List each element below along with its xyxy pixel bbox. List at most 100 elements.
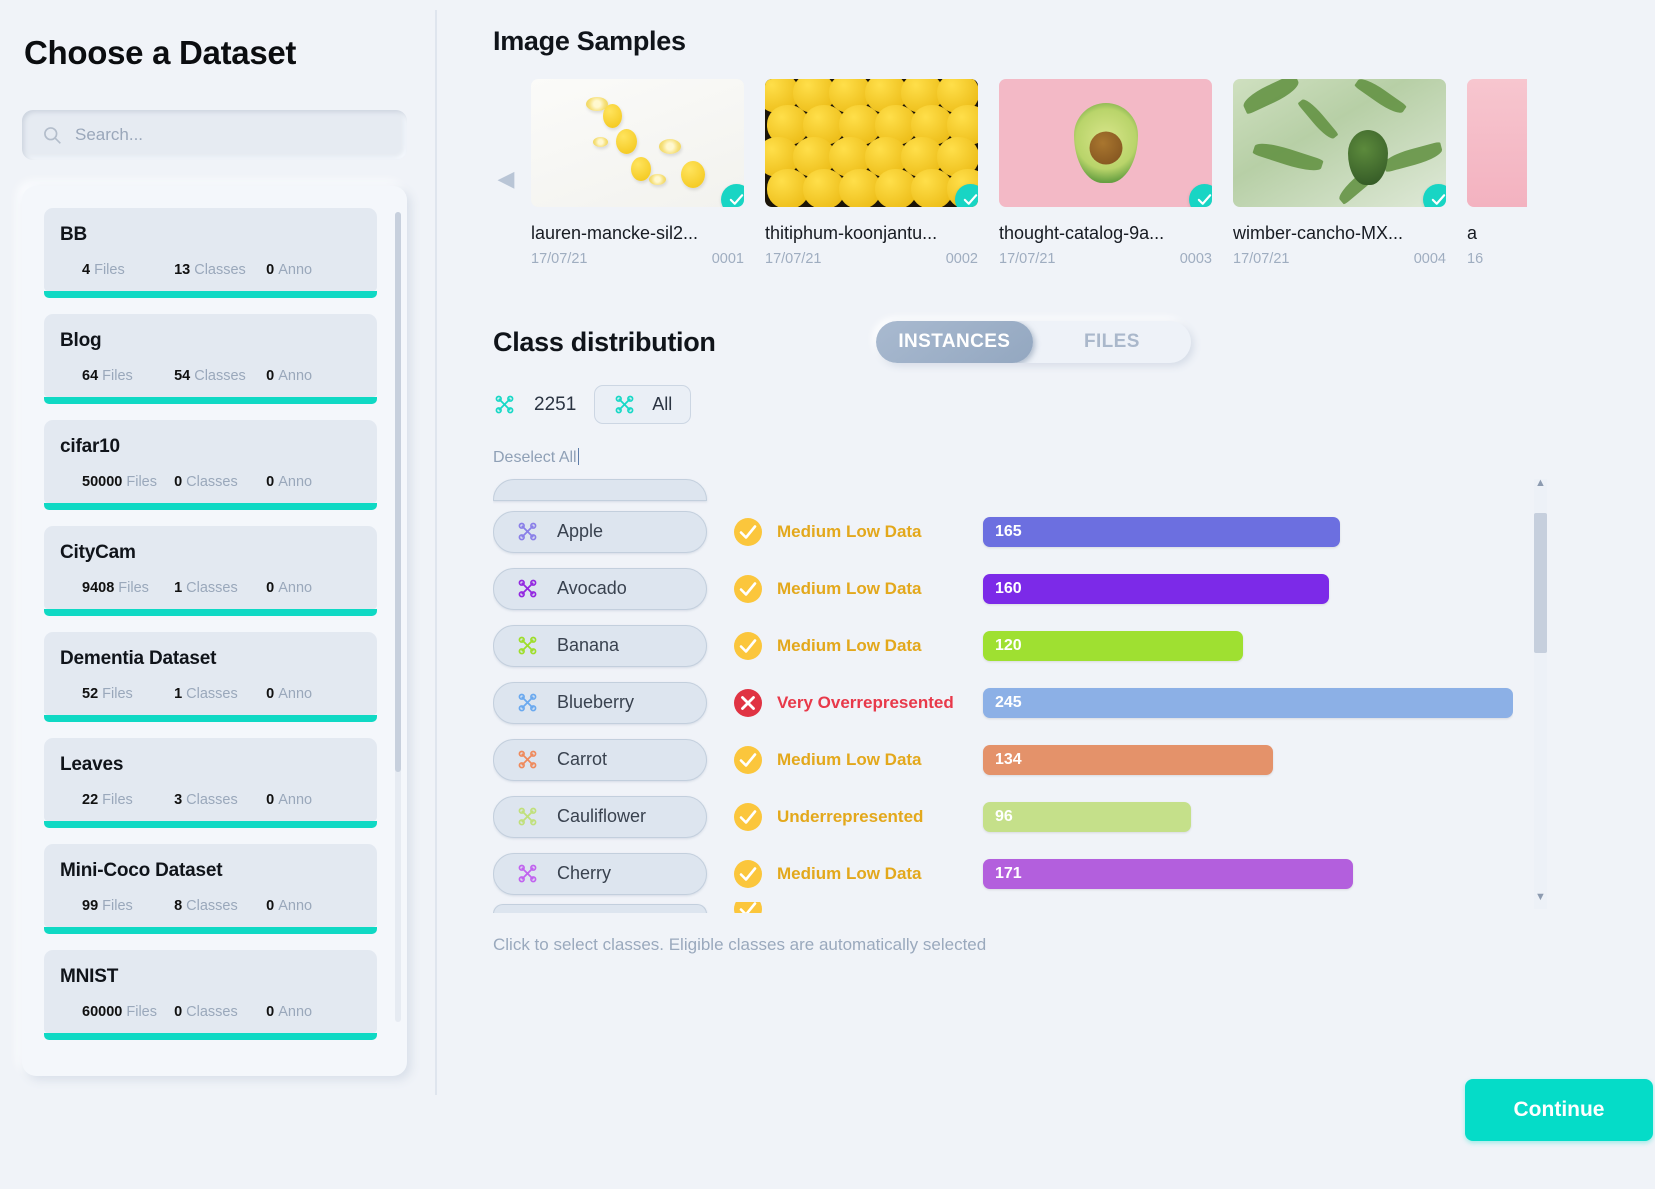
class-bar-value: 134 — [995, 751, 1022, 769]
class-filter-chip-all[interactable]: All — [594, 385, 691, 424]
class-chip-partial[interactable] — [493, 479, 707, 501]
class-chip[interactable]: Blueberry — [493, 682, 707, 724]
class-bar-cell: 171 — [983, 859, 1513, 889]
dataset-classes-stat: 1 Classes — [174, 686, 266, 702]
dataset-classes-stat: 8 Classes — [174, 898, 266, 914]
dataset-card[interactable]: Mini-Coco Dataset99 Files8 Classes0 Anno — [44, 844, 377, 927]
image-sample-card[interactable]: a16 — [1467, 79, 1527, 267]
class-status-label: Medium Low Data — [777, 579, 922, 599]
class-chip[interactable]: Cherry — [493, 853, 707, 895]
dataset-card[interactable]: BB4 Files13 Classes0 Anno — [44, 208, 377, 291]
dataset-card[interactable]: Blog64 Files54 Classes0 Anno — [44, 314, 377, 397]
tab-instances[interactable]: INSTANCES — [876, 321, 1034, 363]
dataset-anno-stat: 0 Anno — [266, 368, 358, 384]
sample-thumbnail[interactable] — [531, 79, 744, 207]
dataset-anno-stat: 0 Anno — [266, 580, 358, 596]
image-samples-title: Image Samples — [493, 26, 1655, 57]
class-label: Avocado — [557, 578, 627, 599]
class-status-label: Medium Low Data — [777, 750, 922, 770]
graph-node-icon — [516, 520, 539, 543]
dataset-classes-stat: 13 Classes — [174, 262, 266, 278]
tab-files[interactable]: FILES — [1033, 321, 1191, 363]
class-row-partial-bottom[interactable] — [493, 902, 1513, 913]
dataset-stats: 52 Files1 Classes0 Anno — [60, 686, 361, 702]
dataset-sidebar: Choose a Dataset BB4 Files13 Classes0 An… — [0, 0, 437, 1189]
dataset-stats: 50000 Files0 Classes0 Anno — [60, 474, 361, 490]
image-sample-card[interactable]: thought-catalog-9a...17/07/210003 — [999, 79, 1212, 267]
dataset-accent-bar — [44, 927, 377, 934]
sample-filename: lauren-mancke-sil2... — [531, 223, 744, 244]
dataset-card[interactable]: Dementia Dataset52 Files1 Classes0 Anno — [44, 632, 377, 715]
class-row[interactable]: BlueberryVery Overrepresented245 — [493, 674, 1513, 731]
class-status-label: Medium Low Data — [777, 522, 922, 542]
continue-button[interactable]: Continue — [1465, 1079, 1653, 1141]
class-row[interactable]: AvocadoMedium Low Data160 — [493, 560, 1513, 617]
triangle-down-icon[interactable]: ▼ — [1534, 889, 1547, 905]
dataset-list-scroll[interactable]: BB4 Files13 Classes0 AnnoBlog64 Files54 … — [44, 208, 389, 1076]
dataset-card[interactable]: Leaves22 Files3 Classes0 Anno — [44, 738, 377, 821]
dataset-classes-stat: 1 Classes — [174, 580, 266, 596]
class-chip[interactable]: Apple — [493, 511, 707, 553]
class-distribution-chart: Apple Medium Low Data 165 Avocado Medium Low… — [493, 473, 1655, 913]
dataset-files-stat: 64 Files — [82, 368, 174, 384]
class-chip-partial[interactable] — [493, 904, 707, 913]
status-check-icon — [733, 802, 763, 832]
samples-strip: lauren-mancke-sil2...17/07/210001thitiph… — [519, 79, 1655, 267]
dataset-classes-stat: 0 Classes — [174, 474, 266, 490]
graph-node-icon — [516, 805, 539, 828]
class-chip[interactable]: Carrot — [493, 739, 707, 781]
triangle-up-icon[interactable]: ▲ — [1534, 475, 1547, 491]
dataset-card[interactable]: cifar10 50000 Files0 Classes0 Anno — [44, 420, 377, 503]
dataset-name: CityCam — [60, 542, 361, 564]
dataset-files-stat: 4 Files — [82, 262, 174, 278]
sample-thumbnail-image — [1233, 79, 1446, 207]
search-box[interactable] — [22, 110, 407, 160]
class-filter-label: All — [652, 394, 672, 415]
dataset-list-scrollbar-thumb[interactable] — [395, 212, 401, 772]
sample-thumbnail[interactable] — [999, 79, 1212, 207]
search-input[interactable] — [75, 125, 387, 145]
dataset-chooser-screen: Choose a Dataset BB4 Files13 Classes0 An… — [0, 0, 1655, 1189]
class-row[interactable]: Carrot Medium Low Data 134 — [493, 731, 1513, 788]
sample-index: 0002 — [946, 251, 978, 267]
dataset-name: cifar10 — [60, 436, 361, 458]
image-sample-card[interactable]: lauren-mancke-sil2...17/07/210001 — [531, 79, 744, 267]
status-check-icon — [733, 517, 763, 547]
dataset-card[interactable]: CityCam9408 Files1 Classes0 Anno — [44, 526, 377, 609]
sample-thumbnail[interactable] — [1233, 79, 1446, 207]
chart-scrollbar-thumb[interactable] — [1534, 513, 1547, 653]
sample-thumbnail[interactable] — [765, 79, 978, 207]
carousel-prev-button[interactable]: ◀ — [493, 79, 519, 279]
class-status: Medium Low Data — [733, 859, 983, 889]
dataset-accent-bar — [44, 821, 377, 828]
sample-meta: 17/07/210004 — [1233, 251, 1446, 267]
sample-thumbnail[interactable] — [1467, 79, 1527, 207]
class-status: Underrepresented — [733, 802, 983, 832]
class-row-partial[interactable] — [493, 477, 1513, 503]
dataset-card[interactable]: MNIST60000 Files0 Classes0 Anno — [44, 950, 377, 1033]
class-chip[interactable]: Banana — [493, 625, 707, 667]
class-row[interactable]: Apple Medium Low Data 165 — [493, 503, 1513, 560]
class-chip[interactable]: Avocado — [493, 568, 707, 610]
image-sample-card[interactable]: thitiphum-koonjantu...17/07/210002 — [765, 79, 978, 267]
class-row[interactable]: Cauliflower Underrepresented 96 — [493, 788, 1513, 845]
class-bar-value: 96 — [995, 808, 1013, 826]
graph-node-icon — [516, 862, 539, 885]
class-label: Apple — [557, 521, 603, 542]
search-icon — [42, 125, 62, 145]
deselect-all-label: Deselect All — [493, 449, 577, 466]
deselect-all-button[interactable]: Deselect All — [493, 448, 579, 467]
class-bar-cell: 245 — [983, 688, 1513, 718]
sample-meta: 16 — [1467, 251, 1527, 267]
dataset-name: BB — [60, 224, 361, 246]
class-bar: 165 — [983, 517, 1340, 547]
class-bar-cell: 120 — [983, 631, 1513, 661]
class-bar-value: 171 — [995, 865, 1022, 883]
class-bar: 134 — [983, 745, 1273, 775]
class-rows-scroll[interactable]: Apple Medium Low Data 165 Avocado Medium Low… — [493, 473, 1513, 913]
class-row[interactable]: BananaMedium Low Data120 — [493, 617, 1513, 674]
dataset-anno-stat: 0 Anno — [266, 898, 358, 914]
image-sample-card[interactable]: wimber-cancho-MX...17/07/210004 — [1233, 79, 1446, 267]
class-chip[interactable]: Cauliflower — [493, 796, 707, 838]
class-row[interactable]: Cherry Medium Low Data 171 — [493, 845, 1513, 902]
